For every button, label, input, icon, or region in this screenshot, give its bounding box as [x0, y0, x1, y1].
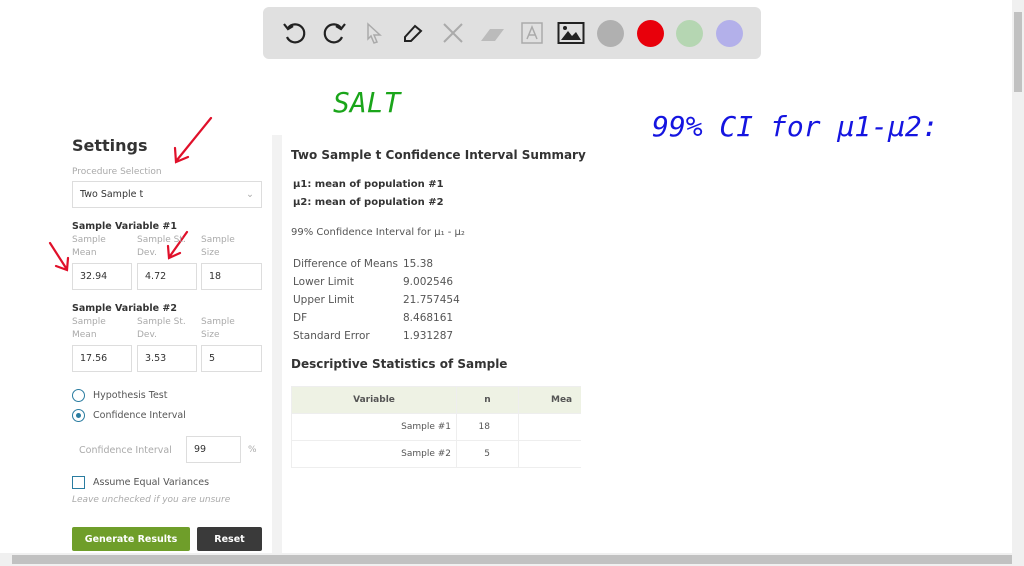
var1-size-input[interactable]: 18 — [201, 263, 262, 290]
var1-size-label: Sample Size — [201, 235, 235, 258]
pointer-icon[interactable] — [354, 13, 394, 53]
summary-key: Lower Limit — [293, 276, 354, 288]
image-icon[interactable] — [552, 13, 592, 53]
var2-sd-input[interactable]: 3.53 — [137, 345, 197, 372]
summary-value: 8.468161 — [403, 312, 454, 324]
color-purple[interactable] — [710, 13, 750, 53]
cell-n: 18 — [456, 413, 519, 441]
radio-checked-icon — [72, 409, 85, 422]
procedure-select[interactable]: Two Sample t ⌄ — [72, 181, 262, 208]
confidence-interval-label: Confidence Interval — [93, 410, 186, 421]
hypothesis-test-radio[interactable]: Hypothesis Test — [72, 389, 167, 402]
var1-sd-input[interactable]: 4.72 — [137, 263, 197, 290]
color-gray[interactable] — [591, 13, 631, 53]
color-red[interactable] — [631, 13, 671, 53]
redo-icon[interactable] — [315, 13, 355, 53]
mu2-definition: μ2: mean of population #2 — [293, 197, 444, 208]
ci-level-label: Confidence Interval — [79, 445, 172, 456]
header-n: n — [456, 386, 519, 414]
summary-value: 1.931287 — [403, 330, 454, 342]
var1-sd-label: Sample St. Dev. — [137, 235, 186, 258]
summary-key: Upper Limit — [293, 294, 355, 306]
summary-key: Standard Error — [293, 330, 370, 342]
reset-button[interactable]: Reset — [197, 527, 262, 551]
header-variable: Variable — [291, 386, 457, 414]
summary-key: DF — [293, 312, 308, 324]
confidence-interval-radio[interactable]: Confidence Interval — [72, 409, 186, 422]
scrollbar-thumb[interactable] — [12, 555, 1012, 564]
ci-level-input[interactable]: 99 — [186, 436, 241, 463]
radio-unchecked-icon — [72, 389, 85, 402]
text-icon[interactable] — [512, 13, 552, 53]
cell-n: 5 — [456, 440, 519, 468]
var2-size-label: Sample Size — [201, 317, 235, 340]
chevron-down-icon: ⌄ — [246, 189, 254, 200]
summary-value: 9.002546 — [403, 276, 454, 288]
summary-value: 15.38 — [403, 258, 434, 270]
var2-mean-input[interactable]: 17.56 — [72, 345, 132, 372]
panel-divider — [272, 135, 282, 555]
procedure-label: Procedure Selection — [72, 167, 162, 177]
var1-mean-input[interactable]: 32.94 — [72, 263, 132, 290]
vertical-scrollbar[interactable] — [1012, 0, 1024, 553]
hypothesis-test-label: Hypothesis Test — [93, 390, 168, 401]
var2-mean-label: Sample Mean — [72, 317, 106, 340]
var1-title: Sample Variable #1 — [72, 221, 177, 232]
var2-sd-label: Sample St. Dev. — [137, 317, 186, 340]
equal-variances-hint: Leave unchecked if you are unsure — [72, 495, 231, 505]
table-row: Sample #2 5 — [291, 440, 581, 468]
handwritten-salt: SALT — [333, 86, 401, 119]
var2-size-input[interactable]: 5 — [201, 345, 262, 372]
eraser-icon[interactable] — [473, 13, 513, 53]
cell-variable: Sample #1 — [291, 413, 457, 441]
var1-mean-label: Sample Mean — [72, 235, 106, 258]
results-title: Two Sample t Confidence Interval Summary — [291, 148, 586, 162]
settings-title: Settings — [72, 136, 148, 155]
descriptive-table-wrap: Variable n Mea Sample #1 18 Sample #2 5 — [291, 386, 581, 468]
procedure-value: Two Sample t — [80, 189, 144, 200]
results-summary: Difference of Means 15.38 Lower Limit 9.00… — [293, 255, 503, 345]
summary-value: 21.757454 — [403, 294, 460, 306]
descriptive-title: Descriptive Statistics of Sample — [291, 357, 508, 371]
equal-variances-label: Assume Equal Variances — [93, 477, 210, 488]
header-mean: Mea — [518, 386, 581, 414]
summary-key: Difference of Means — [293, 258, 399, 270]
equal-variances-checkbox[interactable]: Assume Equal Variances — [72, 476, 209, 489]
ci-heading: 99% Confidence Interval for μ₁ - μ₂ — [291, 227, 465, 238]
mu1-definition: μ1: mean of population #1 — [293, 179, 444, 190]
drawing-toolbar — [263, 7, 761, 59]
var2-title: Sample Variable #2 — [72, 303, 177, 314]
ci-unit: % — [248, 445, 257, 455]
checkbox-icon — [72, 476, 85, 489]
descriptive-table: Variable n Mea Sample #1 18 Sample #2 5 — [291, 386, 581, 468]
tools-icon[interactable] — [433, 13, 473, 53]
pen-icon[interactable] — [394, 13, 434, 53]
cell-variable: Sample #2 — [291, 440, 457, 468]
table-row: Sample #1 18 — [291, 413, 581, 441]
color-green[interactable] — [670, 13, 710, 53]
handwritten-ci-note: 99% CI for μ1-μ2: — [652, 110, 939, 143]
generate-results-button[interactable]: Generate Results — [72, 527, 190, 551]
scrollbar-thumb[interactable] — [1014, 12, 1022, 92]
horizontal-scrollbar[interactable] — [0, 553, 1024, 566]
